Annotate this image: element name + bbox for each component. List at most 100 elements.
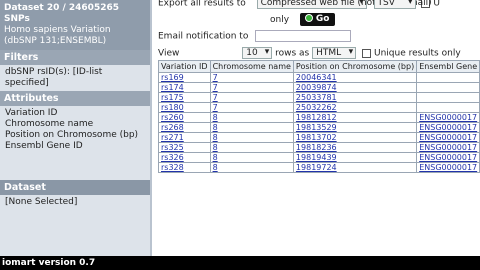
filters-header[interactable]: Filters [0, 50, 150, 65]
table-cell-link[interactable]: 19813702 [296, 133, 337, 142]
table-row: rs268 8 19813529 ENSG0000017 [158, 122, 480, 133]
table-cell: 7 [209, 72, 294, 83]
table-cell-link[interactable]: 7 [213, 103, 218, 112]
table-cell-link[interactable]: rs328 [161, 163, 184, 172]
table-cell-link[interactable]: 8 [213, 133, 218, 142]
table-cell: 8 [209, 132, 294, 143]
email-label: Email notification to [158, 31, 249, 42]
table-cell-link[interactable]: 7 [213, 93, 218, 102]
table-cell [416, 72, 480, 83]
view-format-select[interactable]: HTML [312, 47, 357, 59]
table-cell-link[interactable]: rs175 [161, 93, 184, 102]
dataset-count: Dataset 20 / 24605265 SNPs [4, 3, 119, 24]
results-table: Variation ID Chromosome name Position on… [158, 60, 480, 173]
email-field[interactable] [255, 30, 352, 42]
sidebar-panel: Dataset 20 / 24605265 SNPs Homo sapiens … [0, 0, 152, 256]
table-cell-link[interactable]: 19818236 [296, 143, 337, 152]
dataset2-header[interactable]: Dataset [0, 180, 150, 195]
attribute-item: Chromosome name [5, 119, 94, 129]
table-cell: rs175 [158, 92, 211, 103]
table-row: rs175 7 25033781 [158, 92, 480, 103]
table-cell-link[interactable]: ENSG0000017 [419, 133, 477, 142]
table-cell-link[interactable]: ENSG0000017 [419, 143, 477, 152]
export-row: Export all results to Compressed web fil… [158, 0, 440, 9]
version-bar: iomart version 0.7 [0, 256, 480, 270]
rows-count-select[interactable]: 10 [242, 47, 273, 59]
col-variation-id[interactable]: Variation ID [158, 60, 211, 73]
table-cell-link[interactable]: 19813529 [296, 123, 337, 132]
table-cell: 19812812 [292, 112, 418, 123]
table-row: rs328 8 19819724 ENSG0000017 [158, 162, 480, 173]
dataset2-value: [None Selected] [5, 197, 78, 207]
table-cell-link[interactable]: rs174 [161, 83, 184, 92]
table-cell-link[interactable]: 7 [213, 73, 218, 82]
table-cell-link[interactable]: 19819439 [296, 153, 337, 162]
table-cell-link[interactable]: 20039874 [296, 83, 337, 92]
unique-results-checkbox[interactable] [361, 48, 371, 58]
table-cell-link[interactable]: ENSG0000017 [419, 113, 477, 122]
table-header-row: Variation ID Chromosome name Position on… [158, 60, 480, 73]
table-row: rs271 8 19813702 ENSG0000017 [158, 132, 480, 143]
table-cell [416, 92, 480, 103]
table-cell: 8 [209, 122, 294, 133]
table-cell: rs174 [158, 82, 211, 93]
table-cell-link[interactable]: 20046341 [296, 73, 337, 82]
table-cell-link[interactable]: rs180 [161, 103, 184, 112]
table-cell-link[interactable]: 8 [213, 113, 218, 122]
table-cell-link[interactable]: rs169 [161, 73, 184, 82]
results-table-body: rs169 7 20046341 rs174 7 20039874 rs175 7 250337… [158, 72, 480, 173]
go-button[interactable]: Go [299, 13, 335, 26]
table-cell: 8 [209, 112, 294, 123]
table-row: rs174 7 20039874 [158, 82, 480, 93]
table-cell-link[interactable]: rs260 [161, 113, 184, 122]
email-row: Email notification to [158, 30, 352, 42]
table-cell: 7 [209, 92, 294, 103]
table-cell-link[interactable]: 8 [213, 163, 218, 172]
table-cell-link[interactable]: 8 [213, 123, 218, 132]
table-cell: 19818236 [292, 142, 418, 153]
table-cell-link[interactable]: 25032262 [296, 103, 337, 112]
table-row: rs180 7 25032262 [158, 102, 480, 113]
col-chromosome-name[interactable]: Chromosome name [209, 60, 294, 73]
table-cell: ENSG0000017 [416, 142, 480, 153]
table-cell: 7 [209, 82, 294, 93]
only-label: only [270, 15, 290, 25]
table-cell: 20046341 [292, 72, 418, 83]
table-cell-link[interactable]: ENSG0000017 [419, 163, 477, 172]
col-ensembl-gene[interactable]: Ensembl Gene [416, 60, 480, 73]
table-cell-link[interactable]: 8 [213, 153, 218, 162]
table-cell: rs180 [158, 102, 211, 113]
table-cell-link[interactable]: 19819724 [296, 163, 337, 172]
table-row: rs325 8 19818236 ENSG0000017 [158, 142, 480, 153]
col-position[interactable]: Position on Chromosome (bp) [292, 60, 418, 73]
dataset-name: Homo sapiens Variation (dbSNP 131;ENSEMB… [4, 25, 111, 46]
dataset-summary[interactable]: Dataset 20 / 24605265 SNPs Homo sapiens … [0, 0, 150, 50]
table-row: rs260 8 19812812 ENSG0000017 [158, 112, 480, 123]
table-cell-link[interactable]: ENSG0000017 [419, 153, 477, 162]
table-cell-link[interactable]: 7 [213, 83, 218, 92]
table-cell-link[interactable]: 25033781 [296, 93, 337, 102]
table-cell-link[interactable]: rs325 [161, 143, 184, 152]
attributes-header[interactable]: Attributes [0, 91, 150, 106]
export-format-select[interactable]: TSV [373, 0, 416, 9]
table-cell: rs328 [158, 162, 211, 173]
table-cell: rs268 [158, 122, 211, 133]
go-row: only Go [270, 13, 335, 26]
table-cell-link[interactable]: ENSG0000017 [419, 123, 477, 132]
table-cell: rs325 [158, 142, 211, 153]
attribute-item: Variation ID [5, 108, 58, 118]
table-cell-link[interactable]: 8 [213, 143, 218, 152]
table-cell-link[interactable]: rs268 [161, 123, 184, 132]
table-cell: 19819439 [292, 152, 418, 163]
export-destination-select[interactable]: Compressed web file (notify by email) [256, 0, 432, 9]
table-cell: ENSG0000017 [416, 162, 480, 173]
table-cell-link[interactable]: rs326 [161, 153, 184, 162]
table-row: rs169 7 20046341 [158, 72, 480, 83]
table-cell: 19819724 [292, 162, 418, 173]
table-cell: ENSG0000017 [416, 112, 480, 123]
table-cell: rs169 [158, 72, 211, 83]
table-cell-link[interactable]: 19812812 [296, 113, 337, 122]
table-cell: 25033781 [292, 92, 418, 103]
table-cell: 8 [209, 162, 294, 173]
table-cell-link[interactable]: rs271 [161, 133, 184, 142]
